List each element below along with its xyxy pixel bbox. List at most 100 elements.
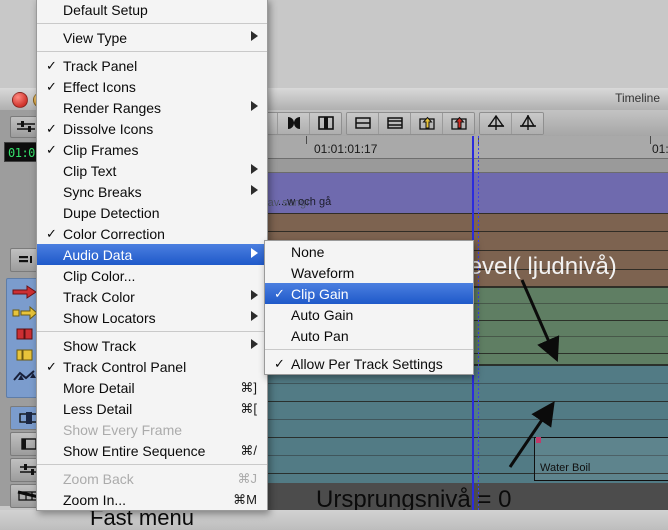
two-row-icon bbox=[354, 117, 371, 129]
submenu-arrow-icon bbox=[251, 339, 258, 349]
close-button[interactable] bbox=[12, 92, 28, 108]
menu-item-show-every-frame: Show Every Frame bbox=[37, 419, 267, 440]
yellow-clip-icon[interactable] bbox=[11, 346, 39, 364]
menu-item-label: Show Entire Sequence bbox=[63, 442, 206, 459]
mark-in-icon bbox=[487, 115, 504, 130]
menu-item-label: Allow Per Track Settings bbox=[291, 355, 443, 372]
ruler-label-2: 01:01:01:17 bbox=[314, 142, 378, 156]
submenu-arrow-icon bbox=[251, 311, 258, 321]
submenu-arrow-icon bbox=[251, 185, 258, 195]
submenu-item-auto-gain[interactable]: Auto Gain bbox=[265, 304, 473, 325]
playhead-marker bbox=[478, 136, 479, 530]
submenu-item-waveform[interactable]: Waveform bbox=[265, 262, 473, 283]
menu-separator bbox=[37, 331, 267, 332]
film-strip-icon bbox=[317, 116, 334, 130]
window-title: Timeline bbox=[615, 91, 660, 105]
menu-item-view-type[interactable]: View Type bbox=[37, 27, 267, 48]
check-icon: ✓ bbox=[46, 226, 57, 241]
menu-item-shortcut: ⌘J bbox=[237, 470, 258, 486]
menu-item-zoom-back: Zoom Back ⌘J bbox=[37, 468, 267, 489]
menu-item-label: Track Control Panel bbox=[63, 358, 187, 375]
menu-item-sync-breaks[interactable]: Sync Breaks bbox=[37, 181, 267, 202]
film-strip-button[interactable] bbox=[310, 112, 341, 134]
clip-water-boil[interactable] bbox=[534, 437, 668, 481]
menu-item-clip-text[interactable]: Clip Text bbox=[37, 160, 267, 181]
submenu-item-clip-gain[interactable]: ✓ Clip Gain bbox=[265, 283, 473, 304]
menu-item-show-entire-sequence[interactable]: Show Entire Sequence ⌘/ bbox=[37, 440, 267, 461]
menu-item-default-setup[interactable]: Default Setup bbox=[37, 0, 267, 20]
dissolve-both-button[interactable] bbox=[278, 112, 310, 134]
menu-item-label: View Type bbox=[63, 29, 128, 46]
menu-item-label: Show Track bbox=[63, 337, 137, 354]
lift-up-icon bbox=[418, 116, 435, 130]
menu-item-shortcut: ⌘[ bbox=[240, 400, 257, 416]
menu-separator bbox=[37, 51, 267, 52]
menu-item-label: Show Locators bbox=[63, 309, 156, 326]
menu-item-label: Auto Gain bbox=[291, 306, 354, 323]
menu-item-clip-frames[interactable]: ✓ Clip Frames bbox=[37, 139, 267, 160]
multi-row-icon bbox=[386, 117, 403, 129]
menu-item-label: Sync Breaks bbox=[63, 183, 142, 200]
submenu-arrow-icon bbox=[251, 248, 258, 258]
clip-label-2: Water Boil bbox=[540, 462, 591, 474]
menu-item-show-locators[interactable]: Show Locators bbox=[37, 307, 267, 328]
menu-item-label: Auto Pan bbox=[291, 327, 349, 344]
menu-item-label: None bbox=[291, 243, 325, 260]
menu-item-show-track[interactable]: Show Track bbox=[37, 335, 267, 356]
menu-item-label: Color Correction bbox=[63, 225, 165, 242]
check-icon: ✓ bbox=[46, 121, 57, 136]
menu-item-label: Zoom Back bbox=[63, 470, 134, 487]
menu-item-label: Waveform bbox=[291, 264, 355, 281]
menu-item-label: Clip Text bbox=[63, 162, 117, 179]
check-icon: ✓ bbox=[46, 79, 57, 94]
overwrite-up-icon bbox=[450, 116, 467, 130]
menu-item-less-detail[interactable]: Less Detail ⌘[ bbox=[37, 398, 267, 419]
submenu-arrow-icon bbox=[251, 290, 258, 300]
menu-item-label: Audio Data bbox=[63, 246, 133, 263]
menu-item-dupe-detection[interactable]: Dupe Detection bbox=[37, 202, 267, 223]
check-icon: ✓ bbox=[46, 58, 57, 73]
list-icon bbox=[19, 255, 32, 263]
menu-item-effect-icons[interactable]: ✓ Effect Icons bbox=[37, 76, 267, 97]
submenu-arrow-icon bbox=[251, 101, 258, 111]
menu-item-label: Less Detail bbox=[63, 400, 133, 417]
menu-item-label: Clip Frames bbox=[63, 141, 139, 158]
red-clip-icon[interactable] bbox=[11, 325, 39, 343]
yellow-arrow-icon[interactable] bbox=[11, 304, 39, 322]
fast-menu[interactable]: Default Setup View Type ✓ Track Panel ✓ Effec… bbox=[36, 0, 268, 511]
menu-item-label: Show Every Frame bbox=[63, 421, 183, 438]
menu-item-track-control-panel[interactable]: ✓ Track Control Panel bbox=[37, 356, 267, 377]
menu-item-track-color[interactable]: Track Color bbox=[37, 286, 267, 307]
two-row-button[interactable] bbox=[347, 112, 379, 134]
fader-icon bbox=[17, 121, 35, 132]
submenu-item-allow-per-track-settings[interactable]: ✓ Allow Per Track Settings bbox=[265, 353, 473, 374]
menu-item-zoom-in[interactable]: Zoom In... ⌘M bbox=[37, 489, 267, 510]
menu-item-color-correction[interactable]: ✓ Color Correction bbox=[37, 223, 267, 244]
menu-item-render-ranges[interactable]: Render Ranges bbox=[37, 97, 267, 118]
keyframe-icon[interactable] bbox=[11, 367, 39, 385]
submenu-arrow-icon bbox=[251, 164, 258, 174]
menu-item-more-detail[interactable]: More Detail ⌘] bbox=[37, 377, 267, 398]
overwrite-up-button[interactable] bbox=[443, 112, 474, 134]
menu-item-track-panel[interactable]: ✓ Track Panel bbox=[37, 55, 267, 76]
menu-separator bbox=[37, 23, 267, 24]
audio-data-submenu[interactable]: None Waveform ✓ Clip Gain Auto Gain Auto Pan ✓… bbox=[264, 240, 474, 375]
multi-row-button[interactable] bbox=[379, 112, 411, 134]
mark-out-button[interactable] bbox=[512, 112, 543, 134]
check-icon: ✓ bbox=[274, 356, 285, 371]
submenu-item-auto-pan[interactable]: Auto Pan bbox=[265, 325, 473, 346]
menu-item-label: Zoom In... bbox=[63, 491, 127, 508]
check-icon: ✓ bbox=[46, 142, 57, 157]
red-arrow-icon[interactable] bbox=[11, 283, 39, 301]
menu-item-clip-color[interactable]: Clip Color... bbox=[37, 265, 267, 286]
menu-item-label: Clip Color... bbox=[63, 267, 136, 284]
menu-item-audio-data[interactable]: Audio Data bbox=[37, 244, 267, 265]
menu-separator bbox=[37, 464, 267, 465]
menu-item-dissolve-icons[interactable]: ✓ Dissolve Icons bbox=[37, 118, 267, 139]
lift-up-button[interactable] bbox=[411, 112, 443, 134]
ruler-label-3: 01:0 bbox=[652, 142, 668, 156]
submenu-item-none[interactable]: None bbox=[265, 241, 473, 262]
menu-item-shortcut: ⌘] bbox=[240, 379, 257, 395]
toolbar-group-edit bbox=[346, 111, 475, 135]
mark-in-button[interactable] bbox=[480, 112, 512, 134]
